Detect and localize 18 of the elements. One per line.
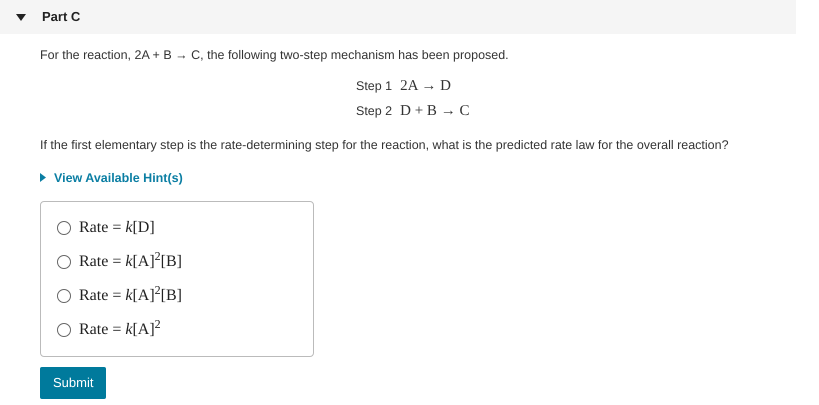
radio-button[interactable]	[57, 289, 71, 304]
option-label[interactable]: Rate = k[A]$^{2}$	[79, 318, 161, 342]
radio-button[interactable]	[57, 255, 71, 270]
step-equation: D + B → C	[400, 102, 470, 122]
hint-link[interactable]: View Available Hint(s)	[40, 168, 183, 188]
submit-button[interactable]: Submit	[40, 367, 106, 399]
option-label[interactable]: Rate = k[A]$^{2}$[B]	[79, 284, 182, 308]
collapse-caret-icon[interactable]	[16, 14, 26, 20]
part-title: Part C	[42, 8, 80, 26]
intro-sentence: For the reaction, 2A + B → C, the following two-step mechanism has been proposed.	[40, 47, 510, 64]
step-label: Step 1	[356, 78, 392, 95]
radio-button[interactable]	[57, 221, 71, 236]
step-equation: 2A → D	[400, 76, 451, 96]
option-label[interactable]: Rate = k[A]$^{2}$[B]	[79, 250, 182, 274]
option-label[interactable]: Rate = k[D]	[79, 216, 155, 240]
question-text: If the first elementary step is the rate-determining step for the reaction, what is the predicted rate law for the overall reaction?	[40, 136, 730, 154]
step-label: Step 2	[356, 103, 392, 120]
radio-button[interactable]	[57, 323, 71, 338]
